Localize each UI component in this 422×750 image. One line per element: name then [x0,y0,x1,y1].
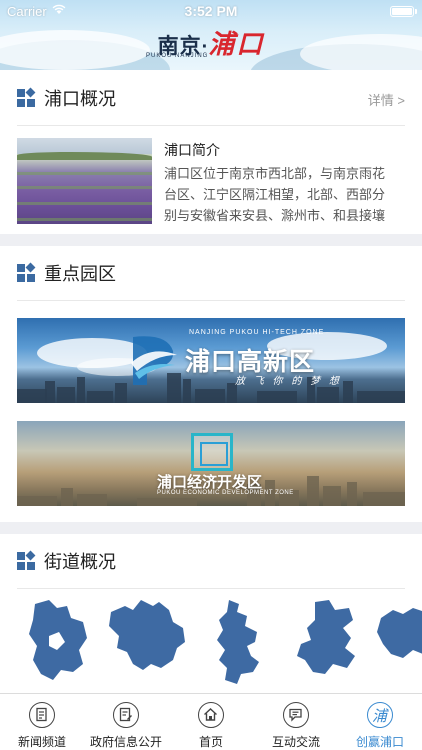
tab-interaction[interactable]: 互动交流 [254,694,338,750]
tab-pukou-win[interactable]: 浦 创赢浦口 [338,694,422,750]
pukou-glyph: 浦 [371,707,387,725]
parks-title: 重点园区 [44,264,116,284]
street-map-shape[interactable] [375,598,422,668]
app-header: Carrier 3:52 PM 南京·浦口 PUKOU NANJING [0,0,422,70]
logo-pinyin: PUKOU NANJING [146,53,209,59]
economic-zone-title: 浦口经济开发区 [157,474,263,491]
street-map-shape[interactable] [295,598,361,678]
intro-title[interactable]: 浦口简介 [164,140,220,160]
image-trees [17,152,152,160]
grid-icon [17,87,36,107]
section-gap [0,522,422,534]
news-icon [29,702,55,728]
field-row [17,172,152,175]
divider [17,300,405,301]
parks-header: 重点园区 [0,246,422,300]
grid-icon [17,262,36,282]
field-row [17,186,152,189]
lavender-field-image[interactable] [17,138,152,224]
logo-district: 浦口 [208,30,265,60]
tab-label: 政府信息公开 [89,735,162,749]
tab-label: 首页 [198,735,223,749]
pukou-icon: 浦 [367,702,393,728]
hitech-subtitle: NANJING PUKOU HI-TECH ZONE [189,329,325,336]
battery-tip [415,9,417,14]
field-row [17,202,152,205]
document-icon [113,702,139,728]
tab-label: 互动交流 [271,735,320,749]
street-map-shape[interactable] [27,598,89,682]
economic-zone-banner[interactable]: 浦口经济开发区 PUKOU ECONOMIC DEVELOPMENT ZONE [17,421,405,506]
overview-header: 浦口概况 详情 > [0,71,422,125]
divider [17,125,405,126]
overview-title: 浦口概况 [44,89,116,109]
street-map-shape[interactable] [213,598,263,686]
tab-home[interactable]: 首页 [168,694,254,750]
hitech-slogan: 放 飞 你 的 梦 想 [235,376,342,387]
chat-icon [283,702,309,728]
status-time: 3:52 PM [184,3,238,19]
section-gap [0,234,422,246]
tab-government-info[interactable]: 政府信息公开 [84,694,168,750]
tab-news[interactable]: 新闻频道 [0,694,84,750]
app-logo: 南京·浦口 PUKOU NANJING [0,24,422,61]
economic-zone-subtitle: PUKOU ECONOMIC DEVELOPMENT ZONE [157,490,294,496]
battery-icon [390,6,414,17]
hitech-logo-icon [131,336,177,385]
bottom-tab-bar: 新闻频道 政府信息公开 首页 互动交流 浦 创赢浦口 [0,693,422,750]
streets-header: 街道概况 [0,534,422,588]
street-map-shape[interactable] [107,598,187,672]
divider [17,588,405,589]
grid-icon [17,550,36,570]
hitech-zone-banner[interactable]: NANJING PUKOU HI-TECH ZONE 浦口高新区 放 飞 你 的… [17,318,405,403]
street-map-carousel[interactable] [17,598,422,690]
overview-details-link[interactable]: 详情 > [368,90,405,109]
intro-text: 浦口区位于南京市西北部，与南京雨花台区、江宁区隔江相望，北部、西部分别与安徽省来… [164,166,386,223]
home-icon [198,702,224,728]
tab-label: 新闻频道 [17,735,66,749]
tab-label: 创赢浦口 [355,735,404,749]
economic-zone-logo-icon [191,433,233,471]
field-row [17,218,152,221]
status-bar: Carrier 3:52 PM [0,0,422,22]
streets-title: 街道概况 [44,552,116,572]
